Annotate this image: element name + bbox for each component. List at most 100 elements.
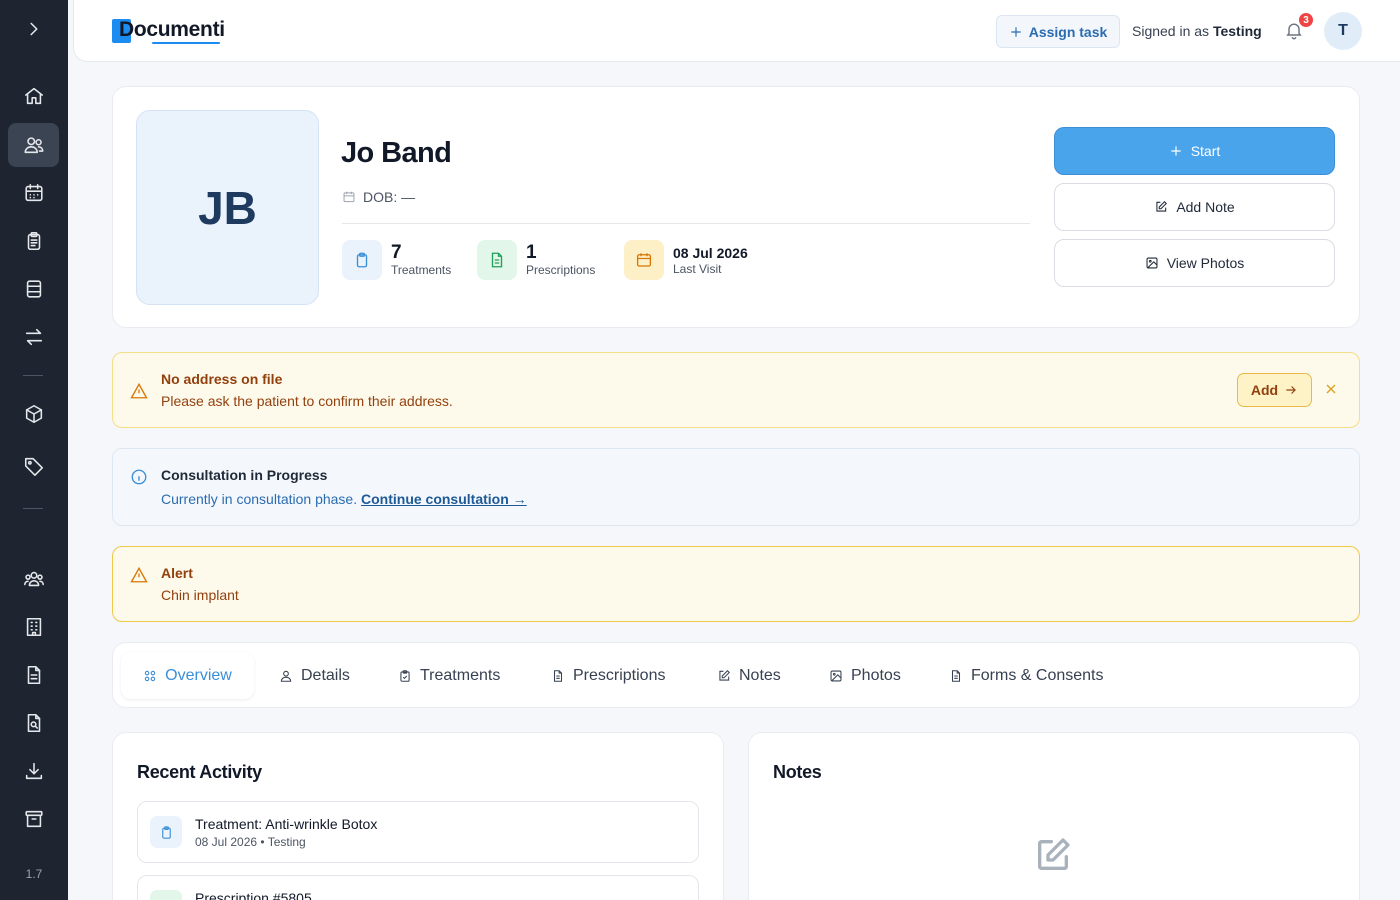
sidebar-item-archive[interactable] (8, 797, 59, 841)
sidebar-item-patients[interactable] (8, 123, 59, 167)
activity-meta: 08 Jul 2026 • Testing (195, 835, 306, 849)
continue-consultation-link[interactable]: Continue consultation → (361, 491, 527, 507)
stat-last-visit-icon-box (624, 240, 664, 280)
notes-title: Notes (773, 762, 822, 782)
plus-icon (1171, 146, 1181, 156)
patient-summary-card: JB Jo Band DOB: — 7 Treatments 1 Prescri… (112, 86, 1360, 328)
notification-badge: 3 (1297, 11, 1315, 29)
view-photos-button[interactable]: View Photos (1054, 239, 1335, 287)
tab-overview-label: Overview (165, 666, 232, 684)
warning-icon (130, 566, 148, 584)
divider (342, 223, 1030, 224)
patient-dob-value: DOB: — (363, 189, 416, 205)
edit-icon (1033, 835, 1077, 879)
tab-details-label: Details (301, 666, 350, 684)
patient-dob: DOB: — (342, 189, 415, 205)
tab-treatments[interactable]: Treatments (398, 652, 500, 699)
sidebar-item-products[interactable] (8, 392, 59, 436)
stat-treatments-label: Treatments (391, 263, 452, 277)
activity-icon-box (150, 816, 182, 848)
sidebar-item-downloads[interactable] (8, 749, 59, 793)
recent-activity-card: Recent Activity Treatment: Anti-wrinkle … (112, 732, 724, 900)
tab-photos[interactable]: Photos (829, 652, 901, 699)
add-address-button[interactable]: Add (1237, 373, 1312, 407)
transfer-icon (25, 328, 42, 346)
alert-title: Alert (161, 565, 193, 581)
arrow-right-icon (1286, 386, 1297, 394)
start-button[interactable]: Start (1054, 127, 1335, 175)
image-icon (830, 670, 842, 681)
document-icon (491, 252, 503, 268)
sidebar-item-home[interactable] (8, 74, 59, 118)
tab-forms-consents-label: Forms & Consents (971, 666, 1104, 684)
chevron-right-icon (29, 22, 38, 36)
add-address-label: Add (1250, 382, 1279, 398)
close-icon (1326, 384, 1336, 394)
sidebar-item-documents[interactable] (8, 653, 59, 697)
tab-prescriptions-label: Prescriptions (573, 666, 666, 684)
signed-in-prefix: Signed in as (1132, 23, 1210, 39)
stat-last-visit-value: 08 Jul 2026 (673, 245, 748, 261)
consultation-title: Consultation in Progress (161, 467, 328, 483)
tab-prescriptions[interactable]: Prescriptions (551, 652, 665, 699)
patient-initials-avatar: JB (136, 110, 319, 305)
activity-item[interactable]: Prescription #5805 (137, 875, 699, 900)
assign-task-button[interactable]: Assign task (996, 15, 1120, 48)
activity-item[interactable]: Treatment: Anti-wrinkle Botox 08 Jul 202… (137, 801, 699, 863)
stat-last-visit-label: Last Visit (673, 262, 722, 276)
tab-treatments-label: Treatments (420, 666, 501, 684)
sidebar-expand-button[interactable] (8, 7, 59, 51)
activity-title: Treatment: Anti-wrinkle Botox (195, 816, 378, 832)
sidebar-item-pricing[interactable] (8, 444, 59, 488)
calendar-icon (636, 253, 652, 267)
stat-last-visit: 08 Jul 2026 Last Visit (624, 240, 748, 280)
tab-forms-consents[interactable]: Forms & Consents (949, 652, 1103, 699)
add-note-button-label: Add Note (1176, 199, 1235, 215)
sidebar-item-document-search[interactable] (8, 701, 59, 745)
tab-notes-label: Notes (739, 666, 781, 684)
stat-prescriptions-label: Prescriptions (526, 263, 596, 277)
image-icon (1146, 257, 1158, 269)
app-logo[interactable]: Documenti (112, 18, 225, 44)
patient-tabs: Overview Details Treatments Prescription… (112, 642, 1360, 708)
sidebar: 1.7 (0, 0, 68, 900)
tab-details[interactable]: Details (279, 652, 350, 699)
consultation-text: Currently in consultation phase. Continu… (161, 491, 527, 507)
sidebar-divider (23, 508, 43, 509)
edit-icon (719, 669, 730, 681)
sidebar-item-records[interactable] (8, 267, 59, 311)
no-address-banner: No address on file Please ask the patien… (112, 352, 1360, 428)
app-version: 1.7 (25, 867, 43, 881)
clipboard-check-icon (400, 669, 410, 682)
cube-icon (25, 404, 42, 424)
download-icon (25, 762, 42, 780)
tab-notes[interactable]: Notes (717, 652, 781, 699)
logo-text: Documenti (119, 18, 225, 41)
calendar-icon (24, 183, 43, 202)
alert-text: Chin implant (161, 587, 239, 603)
view-photos-button-label: View Photos (1166, 255, 1245, 271)
user-avatar[interactable]: T (1324, 12, 1362, 50)
stat-prescriptions-value: 1 (526, 242, 537, 263)
info-icon (130, 468, 148, 486)
sidebar-item-team[interactable] (8, 557, 59, 601)
sidebar-item-calendar[interactable] (8, 171, 59, 215)
sidebar-item-transfers[interactable] (8, 315, 59, 359)
archive-icon (24, 810, 43, 828)
recent-activity-title: Recent Activity (137, 762, 262, 782)
notes-card: Notes (748, 732, 1360, 900)
dismiss-address-banner-button[interactable] (1323, 381, 1339, 397)
stat-prescriptions: 1 Prescriptions (477, 240, 595, 280)
plus-icon (1011, 26, 1021, 37)
sidebar-divider (23, 375, 43, 376)
sidebar-item-clinics[interactable] (8, 605, 59, 649)
add-note-button[interactable]: Add Note (1054, 183, 1335, 231)
tab-overview[interactable]: Overview (121, 652, 254, 699)
consultation-banner: Consultation in Progress Currently in co… (112, 448, 1360, 526)
top-bar: Documenti Assign task Signed in as Testi… (73, 0, 1400, 62)
sidebar-item-treatments[interactable] (8, 219, 59, 263)
signed-in-status: Signed in as Testing (1132, 23, 1262, 39)
clipboard-icon (27, 231, 40, 251)
medical-alert-banner: Alert Chin implant (112, 546, 1360, 622)
grid-icon (144, 670, 156, 681)
